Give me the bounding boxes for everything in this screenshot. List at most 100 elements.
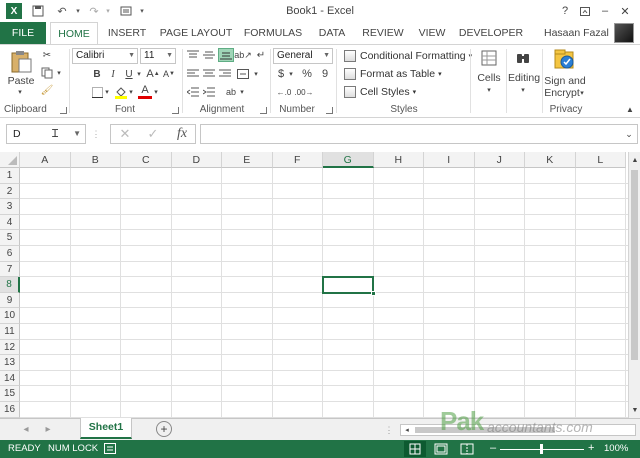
name-box[interactable]: D Ɪ ▼ — [6, 124, 86, 144]
row-header-12[interactable]: 12 — [0, 339, 20, 356]
tab-formulas[interactable]: FORMULAS — [242, 22, 304, 44]
tab-view[interactable]: VIEW — [414, 22, 450, 44]
column-header-f[interactable]: F — [272, 152, 323, 168]
sign-and-label[interactable]: Sign and — [544, 75, 586, 87]
tab-insert[interactable]: INSERT — [104, 22, 150, 44]
grow-font-button[interactable]: A ▲ — [146, 67, 160, 81]
row-header-11[interactable]: 11 — [0, 324, 20, 340]
vertical-scrollbar[interactable]: ▲ ▼ — [628, 152, 640, 418]
row-header-7[interactable]: 7 — [0, 261, 20, 278]
conditional-formatting-button[interactable]: Conditional Formatting▾ — [344, 48, 472, 64]
column-header-d[interactable]: D — [171, 152, 222, 168]
column-header-a[interactable]: A — [20, 152, 71, 168]
copy-dropdown-icon[interactable]: ▾ — [54, 66, 64, 80]
font-color-dropdown-icon[interactable]: ▾ — [152, 85, 160, 99]
column-header-l[interactable]: L — [575, 152, 626, 168]
vertical-scroll-thumb[interactable] — [631, 170, 638, 360]
align-center-icon[interactable] — [202, 67, 216, 81]
column-header-h[interactable]: H — [373, 152, 424, 168]
tab-review[interactable]: REVIEW — [360, 22, 406, 44]
encrypt-label[interactable]: Encrypt — [544, 87, 580, 99]
merge-center-icon[interactable] — [236, 67, 250, 81]
comma-button[interactable]: 9 — [318, 67, 332, 81]
font-color-button[interactable]: A — [138, 83, 152, 99]
enter-button[interactable]: ✓ — [143, 126, 163, 142]
new-sheet-button[interactable]: + — [156, 421, 172, 437]
tab-page-layout[interactable]: PAGE LAYOUT — [158, 22, 234, 44]
scroll-left-icon[interactable]: ◂ — [402, 425, 412, 435]
row-header-2[interactable]: 2 — [0, 183, 20, 200]
number-format-combo[interactable]: General ▼ — [273, 48, 333, 64]
column-header-g[interactable]: G — [323, 152, 374, 168]
name-box-dropdown-icon[interactable]: ▼ — [73, 125, 81, 143]
ribbon-display-options-icon[interactable] — [574, 2, 596, 20]
cell-styles-button[interactable]: Cell Styles ▾ — [344, 84, 416, 100]
borders-icon[interactable] — [90, 85, 104, 99]
zoom-level[interactable]: 100% — [604, 443, 628, 454]
row-header-13[interactable]: 13 — [0, 355, 20, 371]
editing-dropdown-icon[interactable]: ▾ — [518, 85, 528, 95]
clipboard-launcher-icon[interactable] — [60, 107, 67, 114]
page-break-view-icon[interactable] — [460, 443, 474, 458]
normal-view-icon[interactable] — [404, 441, 426, 457]
row-header-16[interactable]: 16 — [0, 402, 20, 418]
tab-file[interactable]: FILE — [0, 22, 46, 44]
column-header-b[interactable]: B — [70, 152, 121, 168]
currency-button[interactable]: $ — [275, 67, 287, 81]
avatar[interactable] — [614, 23, 634, 43]
row-header-5[interactable]: 5 — [0, 230, 20, 246]
column-header-c[interactable]: C — [121, 152, 172, 168]
copy-icon[interactable] — [40, 66, 54, 80]
currency-dropdown-icon[interactable]: ▾ — [287, 67, 295, 81]
active-cell[interactable] — [322, 276, 376, 296]
cells-icon[interactable] — [480, 48, 498, 68]
user-name[interactable]: Hasaan Fazal — [544, 27, 609, 39]
column-header-j[interactable]: J — [474, 152, 525, 168]
row-header-4[interactable]: 4 — [0, 214, 20, 231]
number-launcher-icon[interactable] — [326, 107, 333, 114]
fill-color-dropdown-icon[interactable]: ▾ — [127, 85, 135, 99]
underline-dropdown-icon[interactable]: ▾ — [135, 67, 143, 81]
column-header-i[interactable]: I — [424, 152, 475, 168]
select-all-button[interactable] — [0, 152, 20, 168]
merge-dropdown-icon[interactable]: ▾ — [252, 67, 260, 81]
tab-data[interactable]: DATA — [312, 22, 352, 44]
row-header-15[interactable]: 15 — [0, 386, 20, 402]
bold-button[interactable]: B — [90, 67, 104, 81]
page-layout-view-icon[interactable] — [434, 443, 448, 458]
scroll-down-icon[interactable]: ▼ — [630, 404, 640, 416]
tab-home[interactable]: HOME — [50, 22, 98, 45]
zoom-in-button[interactable]: + — [588, 442, 594, 454]
orientation-icon[interactable]: ab↗ — [234, 48, 252, 62]
column-header-e[interactable]: E — [222, 152, 273, 168]
row-header-6[interactable]: 6 — [0, 246, 20, 262]
row-header-10[interactable]: 10 — [0, 308, 20, 324]
insert-function-button[interactable]: fx — [171, 125, 193, 143]
collapse-ribbon-icon[interactable]: ▲ — [624, 104, 636, 114]
cells-dropdown-icon[interactable]: ▾ — [484, 85, 494, 95]
text-direction-icon[interactable]: ab — [224, 85, 238, 99]
decrease-decimal-icon[interactable]: .00→ — [294, 85, 313, 99]
minimize-button[interactable]: – — [594, 2, 616, 20]
editing-button[interactable]: Editing — [506, 71, 542, 85]
wrap-text-icon[interactable]: ↵ — [254, 48, 268, 62]
fill-color-icon[interactable] — [114, 85, 128, 99]
format-as-table-button[interactable]: Format as Table ▾ — [344, 66, 442, 82]
font-launcher-icon[interactable] — [172, 107, 179, 114]
sign-encrypt-icon[interactable] — [552, 47, 578, 73]
row-header-1[interactable]: 1 — [0, 168, 20, 184]
cut-icon[interactable]: ✂ — [40, 48, 54, 62]
zoom-out-button[interactable]: – — [490, 442, 496, 454]
expand-formula-bar-icon[interactable]: ⌄ — [622, 128, 636, 140]
zoom-slider-thumb[interactable] — [540, 444, 543, 454]
worksheet-grid[interactable]: ABCDEFGHIJKL 1 2 3 4 5 6 7 8 9 10 11 12 13 14 15 16 — [0, 152, 628, 418]
binoculars-icon[interactable] — [514, 48, 532, 68]
help-button[interactable]: ? — [554, 2, 576, 20]
italic-button[interactable]: I — [106, 67, 120, 81]
formula-input[interactable] — [200, 124, 638, 144]
encrypt-dropdown-icon[interactable]: ▾ — [578, 87, 586, 99]
paste-icon[interactable] — [8, 49, 34, 75]
cells-button[interactable]: Cells — [474, 71, 504, 85]
borders-dropdown-icon[interactable]: ▾ — [103, 85, 111, 99]
column-header-k[interactable]: K — [525, 152, 576, 168]
